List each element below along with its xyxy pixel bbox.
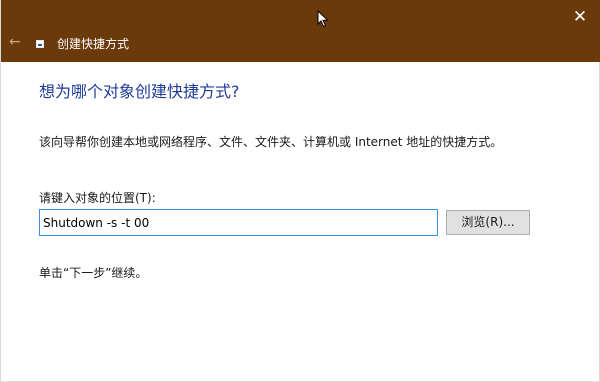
page-heading: 想为哪个对象创建快捷方式? (39, 82, 240, 101)
title-bar: ✕ ← 创建快捷方式 (1, 0, 600, 62)
back-button[interactable]: ← (9, 34, 25, 50)
back-arrow-icon: ← (9, 34, 21, 50)
mouse-cursor-icon (317, 10, 329, 28)
location-input[interactable] (39, 209, 438, 236)
close-button[interactable]: ✕ (569, 6, 591, 28)
create-shortcut-window: ✕ ← 创建快捷方式 想为哪个对象创建快捷方式? 该向导帮你创建本地或网络程序、… (0, 0, 600, 382)
window-title: 创建快捷方式 (57, 37, 130, 51)
close-icon: ✕ (572, 7, 588, 27)
wizard-description: 该向导帮你创建本地或网络程序、文件、文件夹、计算机或 Internet 地址的快… (39, 135, 503, 149)
shortcut-wizard-icon (36, 40, 44, 48)
continue-hint: 单击“下一步”继续。 (39, 266, 148, 280)
location-label: 请键入对象的位置(T): (39, 191, 156, 205)
browse-button[interactable]: 浏览(R)... (446, 210, 530, 235)
